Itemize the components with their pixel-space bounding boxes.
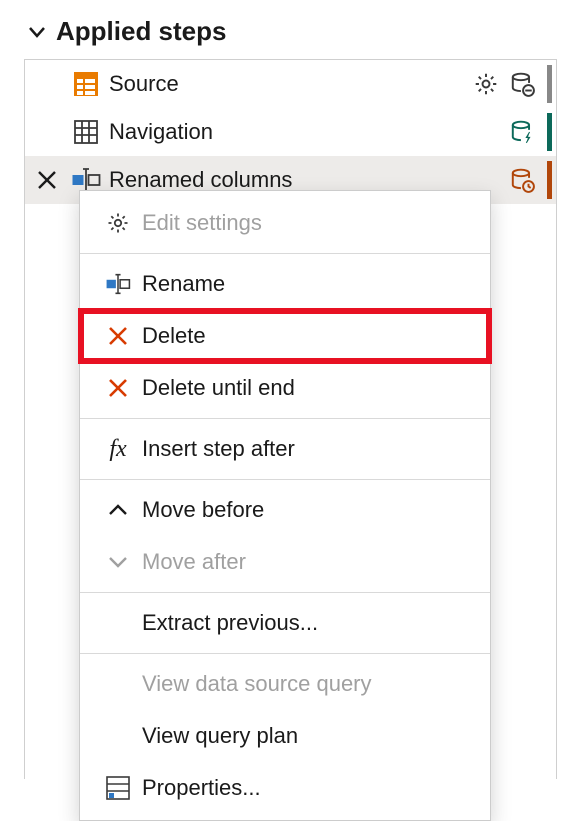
chevron-up-icon bbox=[98, 503, 138, 517]
step-label: Source bbox=[103, 71, 471, 97]
separator bbox=[80, 653, 490, 654]
section-title: Applied steps bbox=[56, 16, 226, 47]
status-edge bbox=[547, 113, 552, 151]
properties-icon bbox=[98, 775, 138, 801]
ctx-label: Insert step after bbox=[138, 436, 472, 462]
ctx-label: View query plan bbox=[138, 723, 472, 749]
gear-icon[interactable] bbox=[471, 69, 501, 99]
ctx-delete-until-end[interactable]: Delete until end bbox=[80, 362, 490, 414]
ctx-label: Move before bbox=[138, 497, 472, 523]
ctx-delete[interactable]: Delete bbox=[80, 310, 490, 362]
x-red-icon bbox=[98, 325, 138, 347]
database-minus-icon bbox=[507, 69, 537, 99]
database-clock-icon bbox=[507, 165, 537, 195]
database-bolt-icon bbox=[507, 117, 537, 147]
gear-icon bbox=[98, 211, 138, 235]
ctx-label: Move after bbox=[138, 549, 472, 575]
ctx-insert-step-after[interactable]: fx Insert step after bbox=[80, 423, 490, 475]
ctx-edit-settings: Edit settings bbox=[80, 197, 490, 249]
steps-list: Source bbox=[24, 59, 557, 779]
fx-icon: fx bbox=[98, 436, 138, 463]
ctx-label: Rename bbox=[138, 271, 472, 297]
delete-step-button[interactable] bbox=[25, 169, 69, 191]
x-red-icon bbox=[98, 377, 138, 399]
ctx-label: Delete until end bbox=[138, 375, 472, 401]
ctx-view-query-plan[interactable]: View query plan bbox=[80, 710, 490, 762]
table-orange-icon bbox=[69, 70, 103, 98]
ctx-extract-previous[interactable]: Extract previous... bbox=[80, 597, 490, 649]
chevron-down-icon bbox=[28, 23, 46, 41]
ctx-label: Properties... bbox=[138, 775, 472, 801]
grid-icon bbox=[69, 118, 103, 146]
status-edge bbox=[547, 161, 552, 199]
ctx-view-data-source-query: View data source query bbox=[80, 658, 490, 710]
status-edge bbox=[547, 65, 552, 103]
separator bbox=[80, 418, 490, 419]
ctx-properties[interactable]: Properties... bbox=[80, 762, 490, 814]
ctx-label: Delete bbox=[138, 323, 472, 349]
rename-icon bbox=[98, 273, 138, 295]
chevron-down-icon bbox=[98, 555, 138, 569]
ctx-rename[interactable]: Rename bbox=[80, 258, 490, 310]
step-row-source[interactable]: Source bbox=[25, 60, 556, 108]
ctx-label: Extract previous... bbox=[138, 610, 472, 636]
applied-steps-header[interactable]: Applied steps bbox=[0, 8, 581, 59]
separator bbox=[80, 253, 490, 254]
ctx-label: Edit settings bbox=[138, 210, 472, 236]
separator bbox=[80, 479, 490, 480]
ctx-move-after: Move after bbox=[80, 536, 490, 588]
context-menu: Edit settings Rename Delete bbox=[79, 190, 491, 821]
step-label: Navigation bbox=[103, 119, 507, 145]
separator bbox=[80, 592, 490, 593]
step-row-navigation[interactable]: Navigation bbox=[25, 108, 556, 156]
ctx-label: View data source query bbox=[138, 671, 472, 697]
ctx-move-before[interactable]: Move before bbox=[80, 484, 490, 536]
